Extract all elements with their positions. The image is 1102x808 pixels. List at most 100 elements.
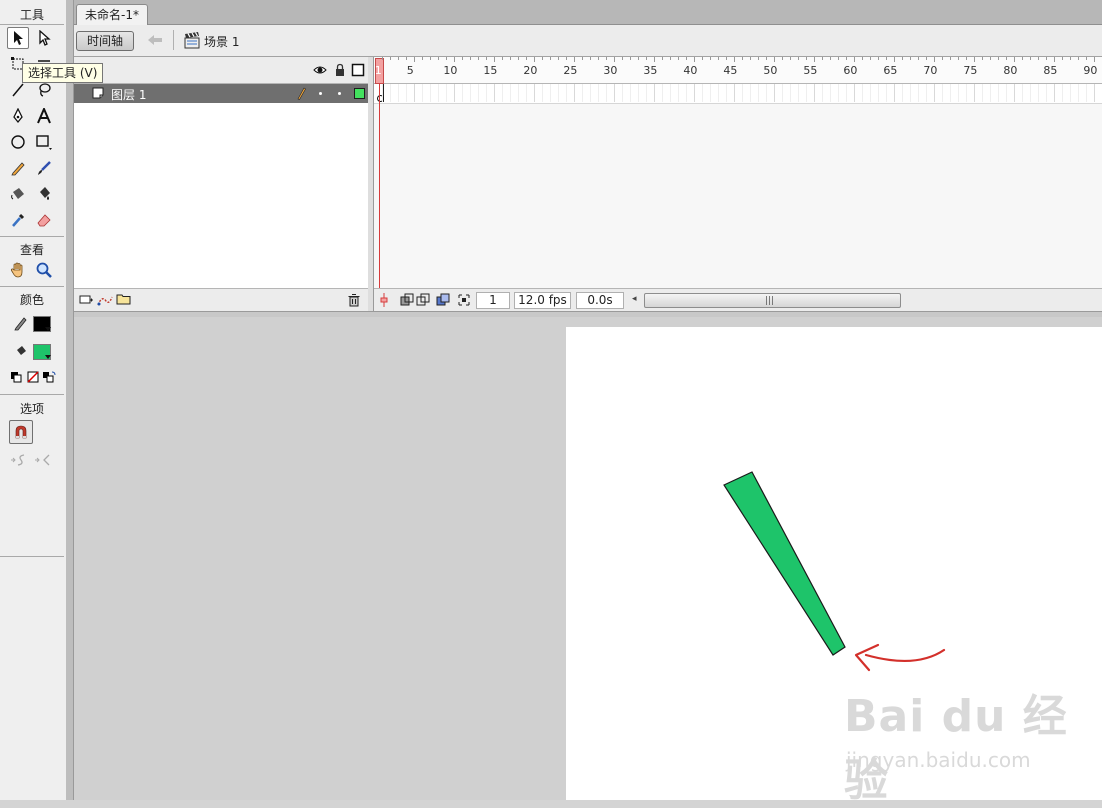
delete-layer-trash-icon[interactable]	[347, 293, 361, 307]
smooth-button[interactable]	[9, 449, 31, 471]
insert-layer-icon[interactable]	[78, 293, 94, 307]
frame-rate-field[interactable]: 12.0 fps	[514, 292, 571, 309]
selection-tool-button[interactable]	[7, 27, 29, 49]
swap-colors-button[interactable]	[41, 368, 57, 386]
frame-cell-divider	[742, 84, 743, 102]
frame-cell-divider	[774, 84, 775, 102]
layer-visibility-dot[interactable]	[319, 92, 322, 95]
frame-cell-divider	[590, 84, 591, 102]
insert-layer-folder-icon[interactable]	[116, 292, 132, 306]
ruler-tick	[470, 57, 471, 60]
onion-skin-outlines-icon[interactable]	[416, 293, 430, 307]
frame-cell-divider	[638, 84, 639, 102]
frame-cell-divider	[598, 84, 599, 102]
edit-multiple-frames-icon[interactable]	[436, 293, 450, 307]
no-color-button[interactable]	[25, 368, 41, 386]
frame-cell-divider	[1054, 84, 1055, 102]
ruler-tick	[742, 57, 743, 60]
ruler-tick	[1062, 57, 1063, 60]
ruler-tick	[422, 57, 423, 60]
show-hide-eye-icon[interactable]	[313, 63, 327, 77]
timeline-horizontal-scrollbar[interactable]: |||	[644, 293, 901, 308]
eyedropper-tool-button[interactable]	[7, 209, 29, 231]
toolbox-panel: 工具 查看 颜色 选项	[0, 0, 67, 800]
timeline-panel: 图层 1 1 5 10 15 20 25 30 35 40 45 50 55 60 65 70 75 80 85 9…	[74, 57, 1102, 311]
fill-color-bucket-icon	[10, 341, 32, 363]
stroke-color-dropdown-icon	[45, 327, 51, 331]
frame-cell-divider	[958, 84, 959, 102]
frame-cell-divider	[438, 84, 439, 102]
text-tool-button[interactable]	[33, 105, 55, 127]
ruler-tick	[862, 57, 863, 60]
frame-cell-divider	[518, 84, 519, 102]
ruler-tick	[1022, 57, 1023, 60]
subselection-tool-button[interactable]	[33, 27, 55, 49]
eraser-tool-button[interactable]	[33, 209, 55, 231]
back-arrow-icon[interactable]	[146, 32, 164, 48]
ruler-tick	[950, 57, 951, 60]
ruler-tick	[438, 57, 439, 60]
snap-to-objects-button[interactable]	[9, 420, 33, 444]
timeline-toggle-button[interactable]: 时间轴	[76, 31, 134, 51]
pen-tool-button[interactable]	[7, 105, 29, 127]
lock-icon[interactable]	[333, 63, 347, 77]
pen-nib-icon	[13, 108, 23, 124]
magnet-icon	[15, 425, 27, 439]
brush-tool-button[interactable]	[33, 157, 55, 179]
black-white-button[interactable]	[8, 368, 24, 386]
frame-cell-divider	[662, 84, 663, 102]
ruler-tick	[910, 57, 911, 60]
frames-panel: 1 5 10 15 20 25 30 35 40 45 50 55 60 65 70 75 80 85 90 1 1…	[374, 57, 1102, 311]
zoom-tool-button[interactable]	[33, 259, 55, 281]
ruler-frame-number: 1	[374, 64, 382, 77]
frame-cell-divider	[902, 84, 903, 102]
onion-skin-icon[interactable]	[400, 293, 414, 307]
layer-frames-row[interactable]	[374, 84, 1102, 104]
document-tab[interactable]: 未命名-1*	[76, 4, 148, 25]
frame-cell-divider	[934, 84, 935, 102]
ruler-frame-number: 25	[563, 64, 578, 77]
playhead-line	[379, 83, 380, 290]
center-frame-icon[interactable]	[378, 292, 390, 308]
frame-ruler[interactable]: 1 5 10 15 20 25 30 35 40 45 50 55 60 65 70 75 80 85 90	[374, 57, 1102, 84]
outline-square-icon[interactable]	[351, 63, 365, 77]
ruler-tick	[966, 57, 967, 60]
frame-cell-divider	[1022, 84, 1023, 102]
layer-outline-color[interactable]	[354, 88, 365, 99]
ruler-tick	[478, 57, 479, 60]
ruler-tick	[1086, 57, 1087, 60]
frame-cell-divider	[422, 84, 423, 102]
ink-bottle-tool-button[interactable]	[7, 183, 29, 205]
toolbox-resize-edge[interactable]	[66, 0, 74, 800]
frame-cell-divider	[1038, 84, 1039, 102]
frame-cell-divider	[822, 84, 823, 102]
oval-tool-button[interactable]	[7, 131, 29, 153]
frame-cell-divider	[526, 84, 527, 102]
frame-cell-divider	[486, 84, 487, 102]
ruler-tick	[486, 57, 487, 60]
ruler-frame-number: 60	[843, 64, 858, 77]
frame-cell-divider	[430, 84, 431, 102]
pencil-tool-button[interactable]	[7, 157, 29, 179]
ruler-tick	[590, 57, 591, 60]
rectangle-tool-button[interactable]	[33, 131, 55, 153]
ruler-frame-number: 80	[1003, 64, 1018, 77]
scroll-left-arrow-icon[interactable]: ◂	[632, 294, 637, 304]
hand-tool-button[interactable]	[7, 259, 29, 281]
current-frame-field: 1	[476, 292, 510, 309]
layer-page-icon	[92, 87, 104, 99]
ruler-tick	[1006, 57, 1007, 60]
scene-label[interactable]: 场景 1	[204, 33, 239, 50]
straighten-button[interactable]	[33, 449, 55, 471]
green-trapezoid-shape[interactable]	[723, 471, 846, 656]
ruler-tick	[550, 57, 551, 60]
frame-cell-divider	[750, 84, 751, 102]
frame-cell-divider	[838, 84, 839, 102]
layer-row[interactable]: 图层 1	[74, 84, 368, 103]
modify-onion-markers-icon[interactable]	[457, 293, 471, 307]
ruler-tick	[934, 57, 935, 62]
layer-lock-dot[interactable]	[338, 92, 341, 95]
paint-bucket-tool-button[interactable]	[33, 183, 55, 205]
ruler-tick	[750, 57, 751, 60]
add-motion-guide-icon[interactable]	[96, 293, 114, 307]
